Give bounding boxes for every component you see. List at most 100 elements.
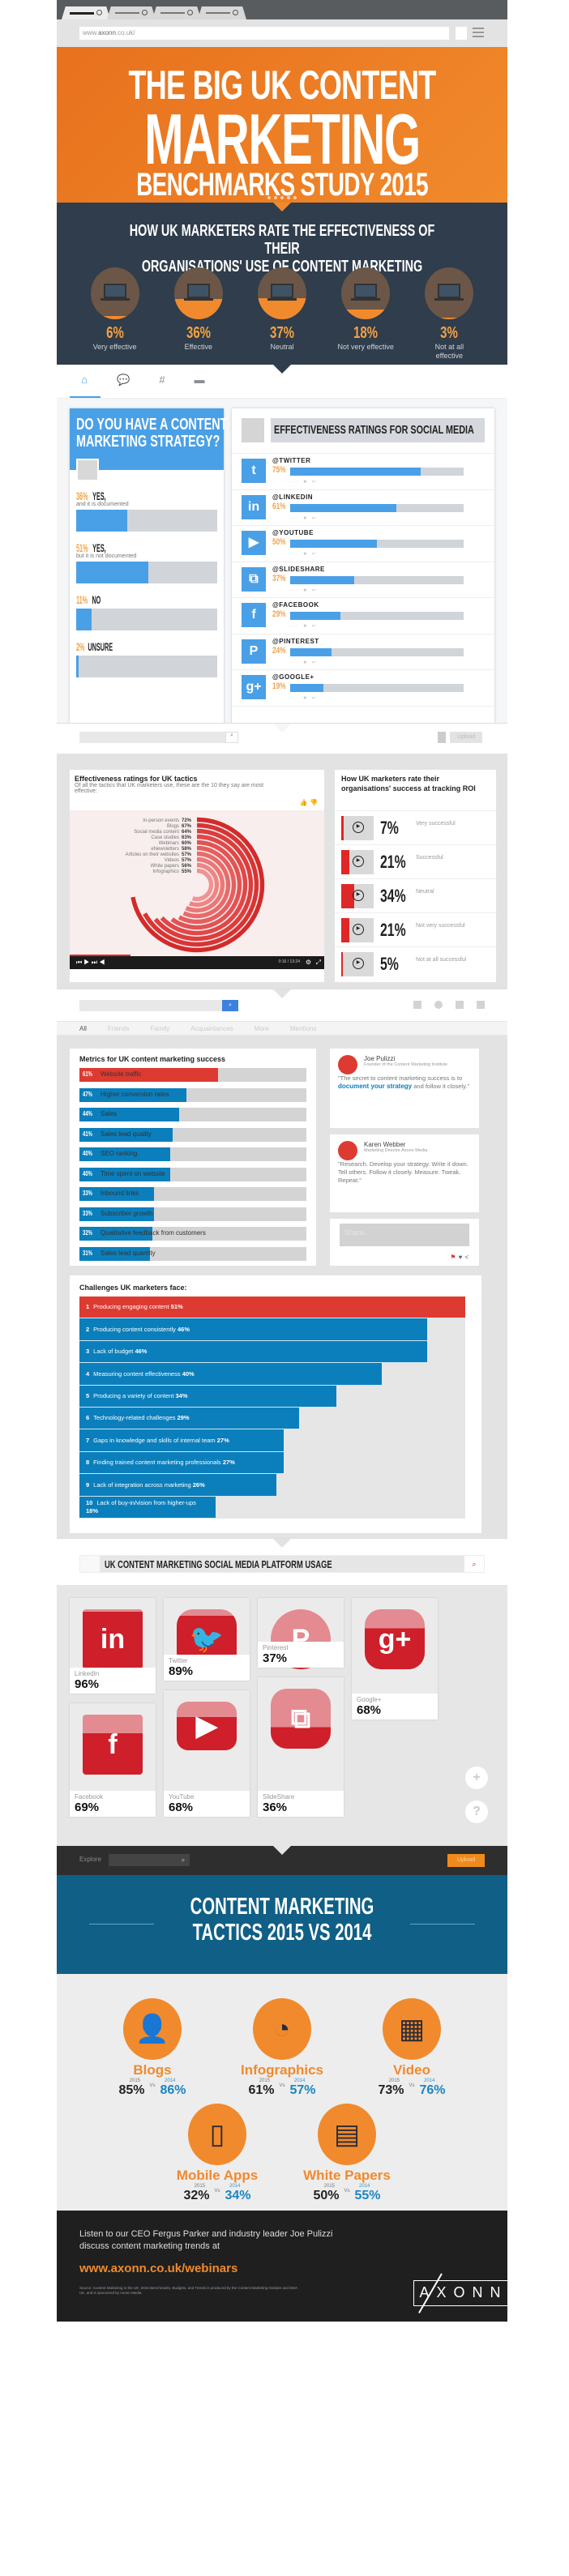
- mail-icon[interactable]: ▬: [193, 374, 206, 386]
- roi-pct: 21%: [380, 852, 406, 872]
- tab-more[interactable]: More: [255, 1025, 269, 1032]
- slideshare-icon[interactable]: ⧉: [242, 566, 266, 592]
- pin-card[interactable]: ▶ YouTube 68%: [164, 1690, 250, 1817]
- tweet-actions-icon[interactable]: ··· ★ ↩: [290, 515, 318, 521]
- play-icon[interactable]: ▶: [353, 958, 364, 969]
- share-input[interactable]: Share...: [340, 1224, 469, 1246]
- roi-list: ▶ 7% Very successful ▶ 21% Successful ▶ 34% Neut…: [335, 810, 496, 980]
- social-name[interactable]: @YOUTUBE: [272, 529, 314, 536]
- tweet-actions-icon[interactable]: ··· ★ ↩: [290, 623, 318, 629]
- tab-all[interactable]: All: [79, 1025, 87, 1032]
- browser-tab[interactable]: [198, 6, 246, 19]
- challenge-text: 7 Gaps in knowledge and skills of interna…: [86, 1437, 229, 1445]
- tab-family[interactable]: Family: [151, 1025, 170, 1032]
- tweet-actions-icon[interactable]: ··· ★ ↩: [290, 551, 318, 557]
- video-thumbnail[interactable]: ▶: [341, 952, 374, 976]
- explore-input[interactable]: ⌕: [109, 1854, 190, 1866]
- hashtag-icon[interactable]: #: [156, 374, 169, 386]
- strategy-pct: 51%: [76, 541, 88, 554]
- play-icon[interactable]: ▶: [353, 924, 364, 935]
- roi-pct: 21%: [380, 920, 406, 940]
- facebook-search-input[interactable]: ⌕: [79, 1000, 238, 1011]
- youtube-icon[interactable]: ▶: [242, 531, 266, 555]
- radial-value-label: 55%: [182, 869, 192, 874]
- twitter-icon[interactable]: t: [242, 459, 266, 483]
- tab-friends[interactable]: Friends: [108, 1025, 130, 1032]
- play-icon[interactable]: ▶: [353, 890, 364, 901]
- home-icon[interactable]: ⌂: [78, 374, 91, 386]
- add-button[interactable]: +: [465, 1766, 488, 1789]
- pin-card[interactable]: g+ Google+ 68%: [352, 1598, 438, 1719]
- roi-label: Not at all successful: [416, 957, 467, 963]
- pinterest-search[interactable]: UK CONTENT MARKETING SOCIAL MEDIA PLATFO…: [79, 1555, 485, 1573]
- profile-icon[interactable]: [477, 1001, 485, 1009]
- globe-icon[interactable]: [434, 1001, 443, 1009]
- pin-card[interactable]: ⧉ SlideShare 36%: [258, 1677, 344, 1817]
- pinterest-icon[interactable]: P: [242, 639, 266, 664]
- tweet-actions-icon[interactable]: ··· ★ ↩: [290, 660, 318, 665]
- laptop-base: [183, 298, 213, 301]
- social-name[interactable]: @LINKEDIN: [272, 493, 313, 501]
- upload-button[interactable]: Upload: [447, 1854, 485, 1867]
- url-input[interactable]: www.axonn.co.uk/: [79, 27, 449, 40]
- bookmark-button[interactable]: [456, 27, 467, 40]
- video-progress-bar[interactable]: [70, 955, 131, 956]
- play-icon[interactable]: ▶: [353, 856, 364, 867]
- hamburger-menu-icon[interactable]: [473, 28, 484, 39]
- browser-tab[interactable]: [62, 6, 110, 19]
- social-name[interactable]: @TWITTER: [272, 457, 310, 464]
- linkedin-icon[interactable]: in: [242, 494, 266, 519]
- flag-icon[interactable]: ⚑: [450, 1254, 458, 1261]
- radial-category-label: Blogs: [167, 824, 179, 829]
- tab-acquaintances[interactable]: Acquaintances: [190, 1025, 233, 1032]
- social-name[interactable]: @PINTEREST: [272, 638, 319, 645]
- search-icon[interactable]: ⌕: [464, 1556, 484, 1572]
- pin-caption: LinkedIn 96%: [70, 1668, 156, 1694]
- share-icon[interactable]: <: [464, 1254, 471, 1261]
- platform-name: YouTube: [169, 1793, 195, 1801]
- pin-card[interactable]: in LinkedIn 96%: [70, 1598, 156, 1694]
- thumbs-up-down-icon[interactable]: 👍 👎: [300, 799, 318, 806]
- strategy-bar: [76, 656, 217, 677]
- tweet-actions-icon[interactable]: ··· ★ ↩: [290, 695, 318, 701]
- list-icon[interactable]: [456, 1001, 464, 1009]
- pin-card[interactable]: P Pinterest 37%: [258, 1598, 344, 1669]
- webinars-link[interactable]: www.axonn.co.uk/webinars: [79, 2262, 237, 2275]
- axonn-logo[interactable]: AXONN: [413, 2280, 509, 2306]
- blogger-laptop-icon: 👤: [123, 1998, 182, 2060]
- playback-controls-icon[interactable]: ⏮ ▶ ⏭ ◀: [76, 959, 105, 967]
- video-thumbnail[interactable]: ▶: [341, 816, 374, 840]
- facebook-topbar: ⌕: [57, 989, 507, 1021]
- video-thumbnail[interactable]: ▶: [341, 850, 374, 874]
- tweet-actions-icon[interactable]: ··· ★ ↩: [290, 479, 318, 485]
- social-name[interactable]: @GOOGLE+: [272, 673, 314, 681]
- tab-mentions[interactable]: Mentions: [290, 1025, 316, 1032]
- help-button[interactable]: ?: [465, 1801, 488, 1823]
- browser-tab[interactable]: [107, 6, 156, 19]
- play-icon[interactable]: ▶: [353, 822, 364, 833]
- settings-icon[interactable]: ⚙: [306, 959, 311, 966]
- tweet-actions-icon[interactable]: ··· ★ ↩: [290, 587, 318, 593]
- strategy-card: DO YOU HAVE A CONTENT MARKETING STRATEGY…: [70, 408, 227, 729]
- video-thumbnail[interactable]: ▶: [341, 918, 374, 942]
- social-name[interactable]: @FACEBOOK: [272, 601, 319, 609]
- upload-button[interactable]: Upload: [450, 732, 482, 743]
- search-icon[interactable]: ⌕: [222, 1000, 238, 1011]
- pin-card[interactable]: 🐦 Twitter 89%: [164, 1598, 250, 1681]
- facebook-icon[interactable]: f: [242, 603, 266, 627]
- video-thumbnail[interactable]: ▶: [341, 884, 374, 908]
- search-icon[interactable]: ⌕: [177, 1854, 190, 1866]
- social-name[interactable]: @SLIDESHARE: [272, 566, 325, 573]
- search-icon[interactable]: ⌕: [225, 732, 238, 743]
- googleplus-icon[interactable]: g+: [242, 675, 266, 699]
- user-avatar-icon[interactable]: [438, 732, 446, 743]
- fullscreen-icon[interactable]: ⤢: [316, 959, 321, 967]
- challenge-text: 4 Measuring content effectiveness 40%: [86, 1370, 195, 1378]
- youtube-search-input[interactable]: ⌕: [79, 732, 238, 743]
- carousel-dots[interactable]: [267, 196, 297, 199]
- grid-icon[interactable]: [413, 1001, 421, 1009]
- messages-icon[interactable]: 💬: [117, 374, 130, 386]
- browser-tab[interactable]: [152, 6, 201, 19]
- effectiveness-item: 36% Effective: [170, 267, 227, 361]
- pin-card[interactable]: f Facebook 69%: [70, 1703, 156, 1817]
